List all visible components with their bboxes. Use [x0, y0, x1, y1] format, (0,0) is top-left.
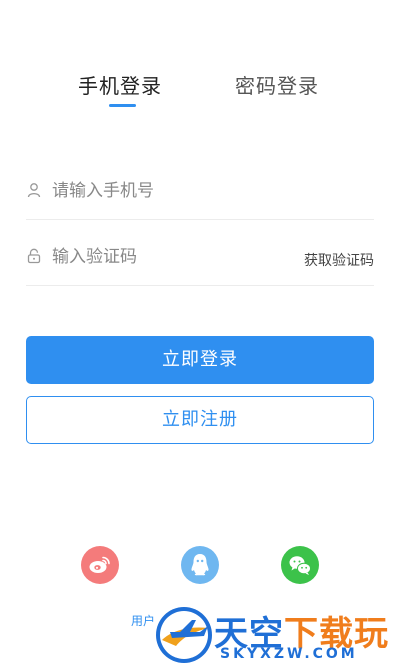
active-tab-indicator	[109, 104, 136, 107]
tab-password-login[interactable]: 密码登录	[235, 70, 319, 99]
weibo-login-button[interactable]	[81, 546, 119, 584]
wechat-login-button[interactable]	[281, 546, 319, 584]
user-icon	[26, 182, 42, 198]
weibo-icon	[89, 556, 110, 573]
watermark-domain: SKYXZW.COM	[220, 646, 358, 662]
lock-icon	[26, 248, 42, 264]
register-button[interactable]: 立即注册	[26, 396, 374, 444]
qq-login-button[interactable]	[181, 546, 219, 584]
qq-icon	[191, 554, 209, 576]
phone-field-row	[26, 164, 374, 220]
code-field-row: 获取验证码	[26, 230, 374, 286]
get-code-button[interactable]: 获取验证码	[304, 250, 374, 270]
login-button[interactable]: 立即登录	[26, 336, 374, 384]
wechat-icon	[289, 556, 311, 575]
verification-code-input[interactable]	[52, 242, 282, 272]
site-watermark: 天空下载玩 SKYXZW.COM	[150, 602, 400, 666]
airplane-logo-icon	[156, 607, 212, 663]
phone-input[interactable]	[52, 176, 282, 206]
login-tabs: 手机登录 密码登录	[0, 70, 400, 110]
tab-phone-login[interactable]: 手机登录	[78, 70, 162, 99]
